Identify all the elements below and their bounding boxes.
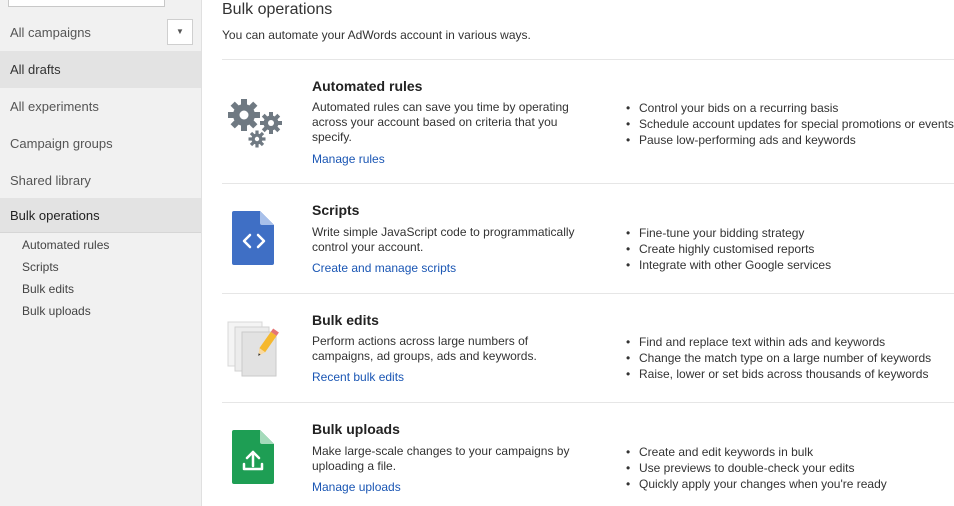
recent-bulk-edits-link[interactable]: Recent bulk edits xyxy=(312,370,404,384)
main-content: Bulk operations You can automate your Ad… xyxy=(202,0,954,506)
feature-list: Find and replace text within ads and key… xyxy=(624,334,931,382)
search-input[interactable] xyxy=(8,0,165,7)
feature-list: Create and edit keywords in bulk Use pre… xyxy=(624,444,887,492)
list-item: Raise, lower or set bids across thousand… xyxy=(624,366,931,382)
divider xyxy=(222,183,954,184)
feature-list: Control your bids on a recurring basis S… xyxy=(624,100,954,148)
gears-icon xyxy=(228,99,282,148)
bulk-edit-icon xyxy=(227,321,279,377)
sidebar-subitem-bulk-uploads[interactable]: Bulk uploads xyxy=(22,304,91,318)
section-description: Make large-scale changes to your campaig… xyxy=(312,444,570,473)
upload-icon xyxy=(232,430,274,484)
sidebar-item-bulk-operations[interactable]: Bulk operations xyxy=(0,198,201,233)
create-and-manage-scripts-link[interactable]: Create and manage scripts xyxy=(312,261,456,275)
section-title: Automated rules xyxy=(312,78,423,94)
sidebar-item-label: Bulk operations xyxy=(10,208,100,223)
list-item: Change the match type on a large number … xyxy=(624,350,931,366)
sidebar-item-all-drafts[interactable]: All drafts xyxy=(0,51,201,88)
list-item: Fine-tune your bidding strategy xyxy=(624,225,831,241)
sidebar-subitem-scripts[interactable]: Scripts xyxy=(22,260,59,274)
divider xyxy=(222,293,954,294)
script-icon xyxy=(232,211,274,265)
sidebar-item-label: All drafts xyxy=(10,62,61,77)
sidebar-item-all-experiments[interactable]: All experiments xyxy=(0,88,201,125)
section-description: Write simple JavaScript code to programm… xyxy=(312,225,575,254)
sidebar: All campaigns ▼ All drafts All experimen… xyxy=(0,0,202,506)
list-item: Quickly apply your changes when you're r… xyxy=(624,476,887,492)
sidebar-item-shared-library[interactable]: Shared library xyxy=(0,162,201,199)
manage-uploads-link[interactable]: Manage uploads xyxy=(312,480,401,494)
divider xyxy=(222,402,954,403)
section-description: Automated rules can save you time by ope… xyxy=(312,100,569,144)
section-title: Scripts xyxy=(312,202,360,218)
sidebar-item-label: Campaign groups xyxy=(10,136,113,151)
list-item: Use previews to double-check your edits xyxy=(624,460,887,476)
sidebar-subitem-bulk-edits[interactable]: Bulk edits xyxy=(22,282,74,296)
divider xyxy=(222,59,954,60)
chevron-down-icon: ▼ xyxy=(176,27,184,36)
section-title: Bulk uploads xyxy=(312,421,400,437)
campaign-dropdown-button[interactable]: ▼ xyxy=(167,19,193,45)
page-title: Bulk operations xyxy=(222,1,333,18)
sidebar-subitem-automated-rules[interactable]: Automated rules xyxy=(22,238,109,252)
list-item: Find and replace text within ads and key… xyxy=(624,334,931,350)
sidebar-item-label: All campaigns xyxy=(10,25,91,40)
list-item: Control your bids on a recurring basis xyxy=(624,100,954,116)
sidebar-item-campaign-groups[interactable]: Campaign groups xyxy=(0,125,201,162)
section-title: Bulk edits xyxy=(312,312,379,328)
list-item: Create highly customised reports xyxy=(624,241,831,257)
list-item: Schedule account updates for special pro… xyxy=(624,116,954,132)
sidebar-item-label: All experiments xyxy=(10,99,99,114)
feature-list: Fine-tune your bidding strategy Create h… xyxy=(624,225,831,273)
list-item: Create and edit keywords in bulk xyxy=(624,444,887,460)
manage-rules-link[interactable]: Manage rules xyxy=(312,152,385,166)
list-item: Pause low-performing ads and keywords xyxy=(624,132,954,148)
sidebar-item-label: Shared library xyxy=(10,173,91,188)
list-item: Integrate with other Google services xyxy=(624,257,831,273)
section-description: Perform actions across large numbers of … xyxy=(312,334,537,363)
page-subtitle: You can automate your AdWords account in… xyxy=(222,28,531,42)
